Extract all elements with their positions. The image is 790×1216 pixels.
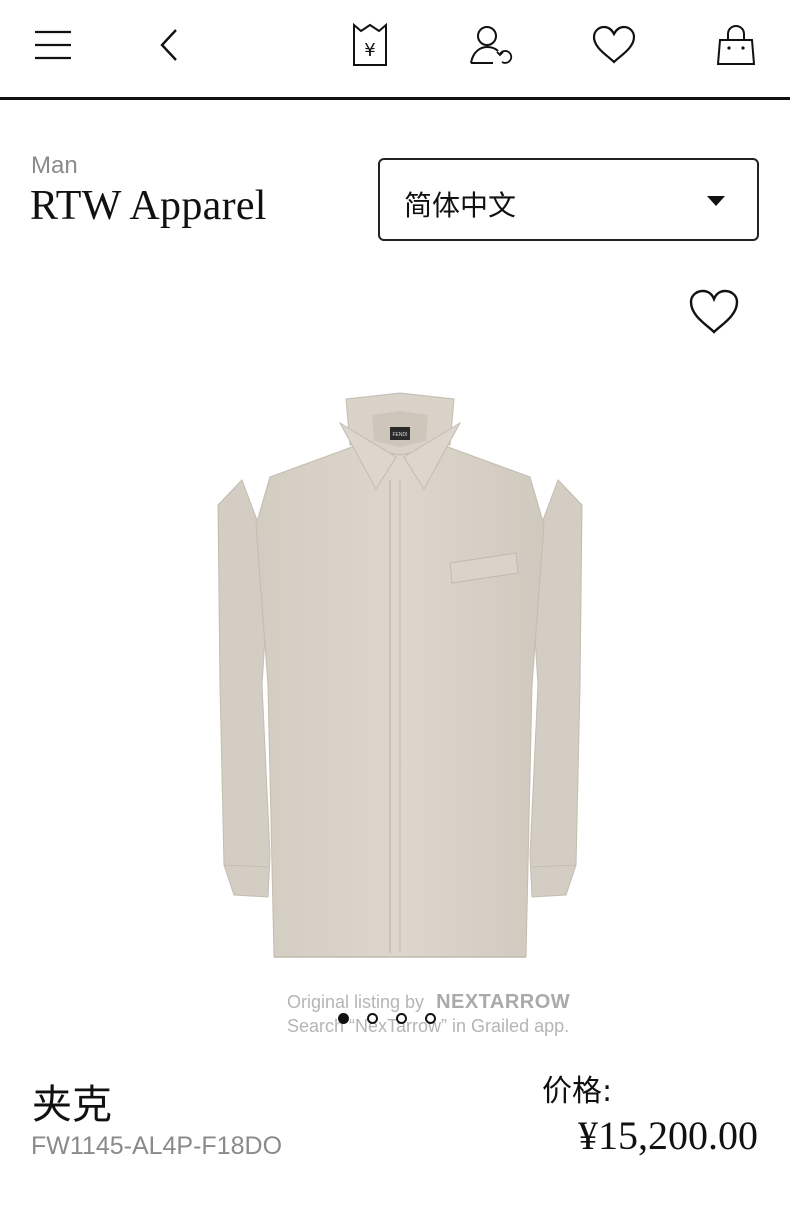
svg-text:¥: ¥ [364,40,375,61]
top-navigation-bar: ¥ [0,0,790,100]
brand-label-text: FENDI [393,432,408,438]
product-name: 夹克 [32,1082,112,1128]
heart-icon[interactable] [591,22,637,68]
breadcrumb[interactable]: Man [31,152,78,180]
carousel-dot[interactable] [425,1013,436,1024]
price-label: 价格: [542,1074,613,1109]
account-icon[interactable] [469,22,515,68]
page-title: RTW Apparel [30,183,267,229]
watermark-text: Original listing by [287,992,425,1012]
watermark-brand: NEXTARROW [436,991,571,1013]
carousel-indicator [338,1013,436,1024]
chevron-down-icon [707,196,725,206]
menu-icon[interactable] [30,22,76,68]
language-select-value: 简体中文 [404,189,517,222]
shopping-bag-icon[interactable] [713,22,759,68]
product-price: ¥15,200.00 [578,1113,758,1158]
wishlist-heart-button[interactable] [688,288,740,340]
product-code: FW1145-AL4P-F18DO [31,1132,283,1160]
carousel-dot[interactable] [367,1013,378,1024]
price-tag-icon[interactable]: ¥ [347,22,393,68]
carousel-dot[interactable] [338,1013,349,1024]
language-select[interactable]: 简体中文 [378,158,759,241]
back-icon[interactable] [146,22,192,68]
carousel-dot[interactable] [396,1013,407,1024]
product-image-jacket[interactable]: FENDI [200,385,600,965]
